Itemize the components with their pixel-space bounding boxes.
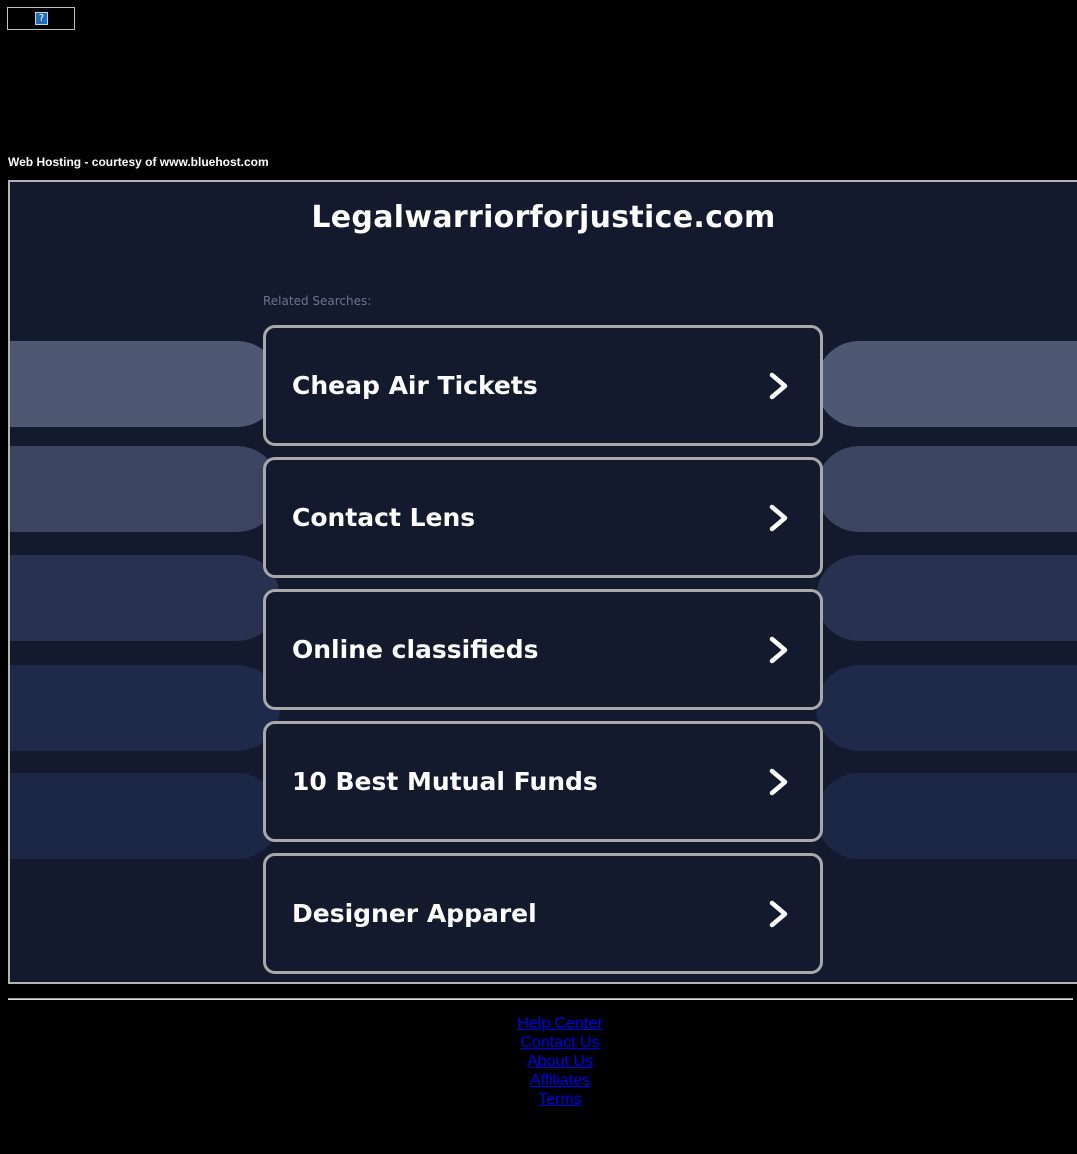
site-title: Legalwarriorforjustice.com	[311, 200, 776, 235]
decorative-pill	[10, 773, 280, 859]
related-searches-label: Related Searches:	[263, 294, 372, 308]
footer-link-about-us[interactable]: About Us	[527, 1052, 593, 1071]
decorative-pill	[10, 446, 280, 532]
decorative-pill	[816, 773, 1077, 859]
decorative-pill	[816, 341, 1077, 427]
footer-link-terms[interactable]: Terms	[538, 1090, 582, 1109]
decorative-pill	[816, 446, 1077, 532]
parked-domain-frame: Legalwarriorforjustice.com Related Searc…	[8, 180, 1077, 984]
decorative-pill	[10, 555, 280, 641]
decorative-pill	[10, 665, 280, 751]
footer-links: Help Center Contact Us About Us Affiliat…	[0, 1014, 1077, 1109]
search-link-label: Cheap Air Tickets	[292, 371, 538, 400]
search-link-label: Contact Lens	[292, 503, 476, 532]
search-link-cheap-air-tickets[interactable]: Cheap Air Tickets	[263, 325, 823, 446]
decorative-pill	[10, 341, 280, 427]
search-link-contact-lens[interactable]: Contact Lens	[263, 457, 823, 578]
search-link-label: 10 Best Mutual Funds	[292, 767, 598, 796]
search-link-10-best-mutual-funds[interactable]: 10 Best Mutual Funds	[263, 721, 823, 842]
footer-link-contact-us[interactable]: Contact Us	[520, 1033, 599, 1052]
hosting-courtesy-text: Web Hosting - courtesy of www.bluehost.c…	[8, 155, 269, 169]
search-link-label: Designer Apparel	[292, 899, 537, 928]
decorative-pill	[816, 555, 1077, 641]
chevron-right-icon	[769, 636, 788, 664]
search-link-online-classifieds[interactable]: Online classifieds	[263, 589, 823, 710]
footer-link-affiliates[interactable]: Affiliates	[530, 1071, 590, 1090]
broken-image-icon: ?	[35, 12, 48, 25]
chevron-right-icon	[769, 900, 788, 928]
search-link-label: Online classifieds	[292, 635, 539, 664]
footer-link-help-center[interactable]: Help Center	[517, 1014, 602, 1033]
chevron-right-icon	[769, 768, 788, 796]
footer-divider	[8, 998, 1073, 1000]
chevron-right-icon	[769, 504, 788, 532]
chevron-right-icon	[769, 372, 788, 400]
search-link-designer-apparel[interactable]: Designer Apparel	[263, 853, 823, 974]
broken-image-placeholder: ?	[7, 7, 75, 30]
decorative-pill	[816, 665, 1077, 751]
